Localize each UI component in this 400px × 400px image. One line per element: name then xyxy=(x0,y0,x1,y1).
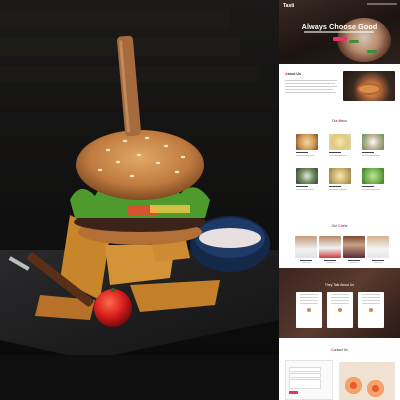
menu-item[interactable] xyxy=(296,134,318,156)
top-nav[interactable] xyxy=(367,3,397,5)
chef-card[interactable] xyxy=(295,236,317,264)
chef-card[interactable] xyxy=(319,236,341,264)
chef-card[interactable] xyxy=(367,236,389,264)
testimonial-card xyxy=(327,292,353,328)
hero-button[interactable] xyxy=(333,37,347,41)
chef-card[interactable] xyxy=(343,236,365,264)
about-title: About Us xyxy=(285,72,301,76)
menu-title: Our Menu xyxy=(331,119,348,123)
hero-section: Tasti Always Choose Good xyxy=(279,0,400,64)
submit-button[interactable] xyxy=(289,391,298,394)
contact-image xyxy=(339,362,395,400)
hero-subtitle xyxy=(304,31,374,33)
testimonial-card xyxy=(358,292,384,328)
menu-item[interactable] xyxy=(296,168,318,190)
message-field[interactable] xyxy=(289,379,321,389)
page-composite: Tasti Always Choose Good About Us Our Me… xyxy=(0,0,400,400)
contact-form xyxy=(285,360,333,400)
email-field[interactable] xyxy=(289,373,321,378)
about-image xyxy=(343,71,395,101)
testimonial-card xyxy=(296,292,322,328)
menu-item[interactable] xyxy=(362,168,384,190)
menu-item[interactable] xyxy=(329,168,351,190)
menu-item[interactable] xyxy=(362,134,384,156)
site-logo[interactable]: Tasti xyxy=(283,3,294,9)
contact-title: Contact Us xyxy=(331,348,348,352)
testimonials-title: They Talk About Us xyxy=(324,283,355,287)
name-field[interactable] xyxy=(289,367,321,372)
hero-title: Always Choose Good xyxy=(301,22,378,31)
chefs-title: Our Chefs xyxy=(331,224,348,228)
template-preview: Tasti Always Choose Good About Us Our Me… xyxy=(279,0,400,400)
menu-item[interactable] xyxy=(329,134,351,156)
burger-photo xyxy=(0,0,279,400)
